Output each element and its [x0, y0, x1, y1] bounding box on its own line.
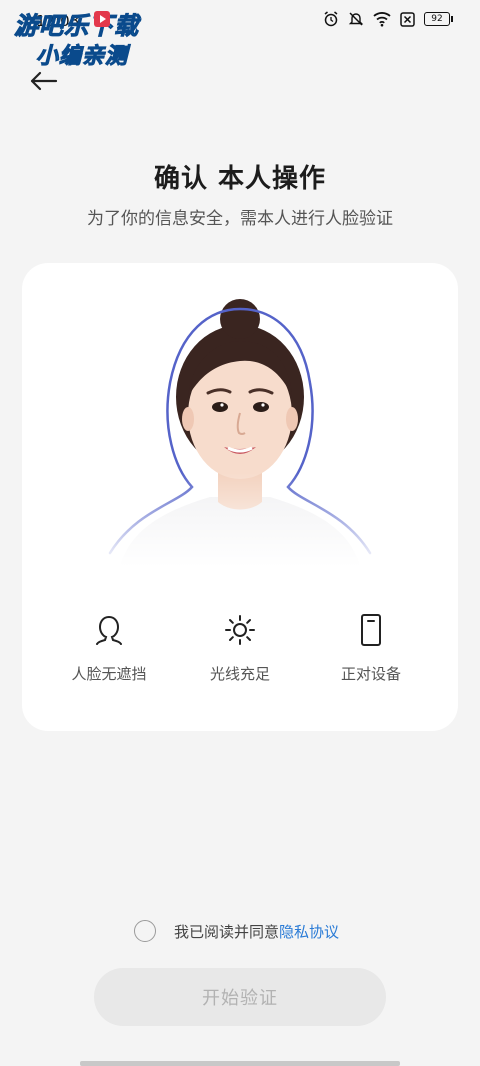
- tip-face-device: 正对设备: [306, 613, 436, 684]
- privacy-policy-link[interactable]: 隐私协议: [279, 921, 339, 942]
- tip-label: 人脸无遮挡: [71, 665, 147, 683]
- back-button[interactable]: [26, 64, 60, 98]
- watermark-line1: 游吧乐下载: [14, 12, 139, 41]
- tip-enough-light: 光线充足: [175, 613, 305, 684]
- sun-icon: [225, 615, 255, 645]
- battery-icon: 92: [424, 12, 453, 26]
- tip-face-unobstructed: 人脸无遮挡: [44, 613, 174, 684]
- page-title: 确认 本人操作: [153, 164, 327, 194]
- phone-icon: [361, 614, 381, 646]
- wifi-icon: [373, 12, 391, 27]
- face-outline-icon: [96, 616, 122, 645]
- arrow-left-icon: [30, 71, 58, 91]
- agree-checkbox[interactable]: [134, 920, 156, 942]
- agreement-text: 我已阅读并同意: [174, 922, 280, 941]
- gesture-nav-bar: [80, 1061, 400, 1066]
- face-portrait-illustration: [100, 297, 380, 567]
- watermark-logo: 游吧乐下载 小编亲测: [14, 6, 164, 70]
- tips-row: 人脸无遮挡 光线充足 正对设备: [22, 613, 458, 703]
- tip-label: 正对设备: [340, 665, 401, 683]
- page-subtitle: 为了你的信息安全，需本人进行人脸验证: [87, 209, 393, 229]
- start-verification-button[interactable]: 开始验证: [94, 968, 386, 1026]
- tip-label: 光线充足: [209, 665, 270, 683]
- sim-off-icon: [400, 11, 415, 27]
- face-guide-card: 人脸无遮挡 光线充足 正对设备: [22, 263, 458, 731]
- play-icon: [94, 11, 110, 27]
- agreement-row: 我已阅读并同意 隐私协议: [134, 918, 339, 944]
- status-icons: 92: [323, 11, 453, 27]
- alarm-icon: [324, 11, 338, 27]
- mute-icon: [348, 12, 364, 26]
